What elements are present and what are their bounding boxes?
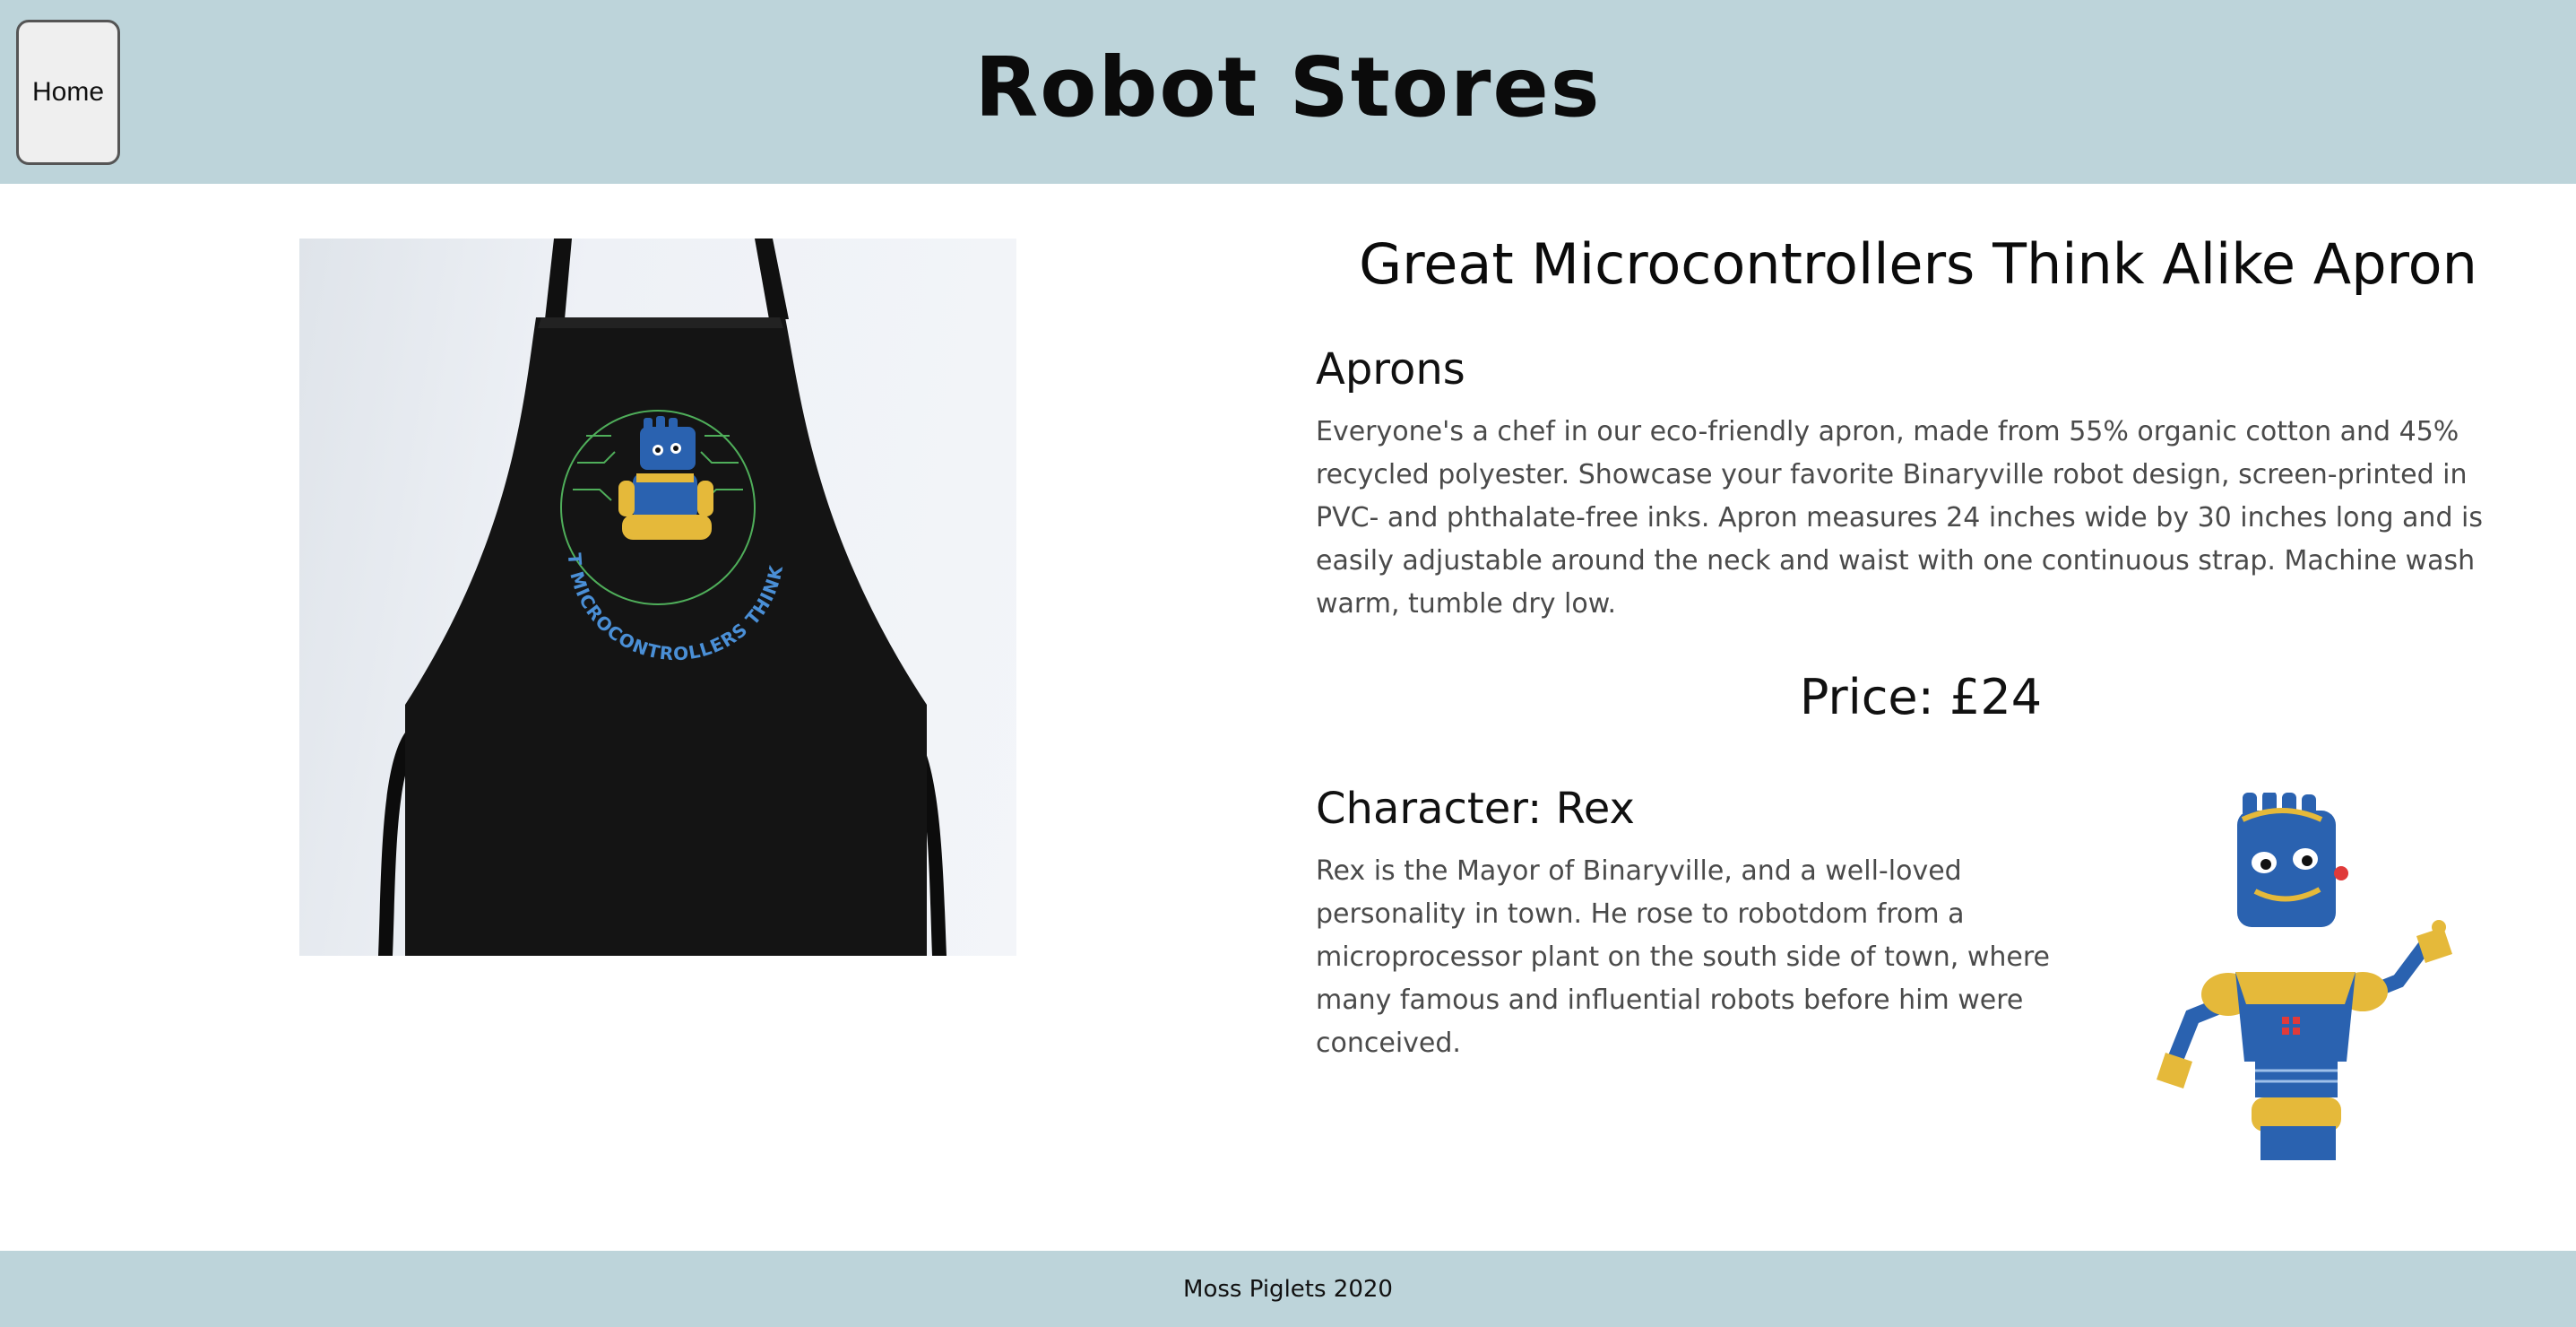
character-heading: Character: Rex <box>1316 784 1635 834</box>
footer-text: Moss Piglets 2020 <box>1183 1275 1393 1303</box>
product-price: Price: £24 <box>1799 669 2043 725</box>
character-rex-image <box>2130 791 2506 1160</box>
apron-illustration: GREAT MICROCONTROLLERS THINK ALIKE <box>299 239 947 956</box>
character-bio: Rex is the Mayor of Binaryville, and a w… <box>1316 855 2050 1059</box>
robot-rex-illustration <box>2157 791 2452 1160</box>
product-image: GREAT MICROCONTROLLERS THINK ALIKE <box>299 239 1016 956</box>
site-header: Home Robot Stores <box>0 0 2576 184</box>
site-title: Robot Stores <box>974 39 1602 135</box>
site-footer: Moss Piglets 2020 <box>0 1251 2576 1327</box>
product-category: Aprons <box>1316 344 1465 395</box>
product-description: Everyone's a chef in our eco-friendly ap… <box>1316 416 2483 620</box>
product-title: Great Microcontrollers Think Alike Apron <box>1359 231 2477 297</box>
